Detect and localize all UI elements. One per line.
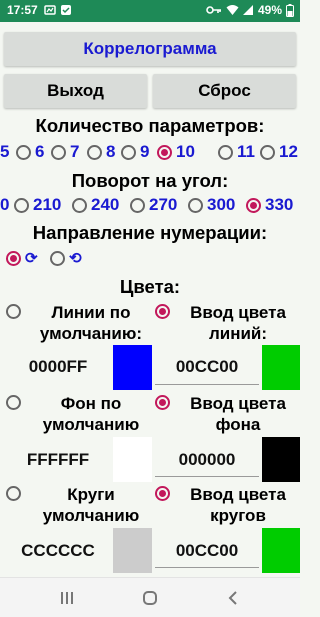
lines-default-label: Линии по умолчанию:	[39, 303, 143, 343]
signal-icon	[242, 5, 253, 15]
lines-input-radio[interactable]	[155, 304, 170, 319]
rotation-radio[interactable]	[246, 197, 261, 213]
lines-color-input[interactable]: 00CC00	[155, 357, 259, 377]
params-option-9[interactable]: 9	[121, 141, 149, 163]
background-default-label: Фон по умолчанию	[42, 394, 140, 434]
rotation-radio[interactable]	[72, 197, 87, 213]
exit-button[interactable]: Выход	[4, 74, 147, 108]
colors-heading: Цвета:	[119, 276, 181, 297]
circles-color-input[interactable]: 00CC00	[155, 541, 259, 561]
params-radio[interactable]	[218, 144, 233, 160]
rotation-option-label: 210	[33, 195, 62, 214]
wifi-icon	[226, 5, 239, 15]
background-color-input[interactable]: 000000	[155, 450, 259, 470]
circles-input-radio[interactable]	[155, 486, 170, 501]
rotation-option-300[interactable]: 300	[188, 194, 235, 216]
lines-default-hex: 0000FF	[28, 357, 88, 376]
params-option-label: 8	[106, 142, 116, 161]
circles-default-label: Круги умолчанию	[42, 485, 140, 525]
navigation-bar	[0, 577, 300, 617]
messenger-icon	[61, 5, 71, 15]
back-icon[interactable]	[222, 586, 246, 610]
direction-radio-group: ⟳ ⟲	[0, 247, 300, 269]
background-input-underline	[155, 476, 259, 477]
rotation-option-label: 270	[149, 195, 178, 214]
lines-default-swatch	[113, 345, 152, 390]
home-icon[interactable]	[138, 586, 162, 610]
params-radio[interactable]	[51, 144, 66, 160]
background-default-radio[interactable]	[6, 395, 21, 410]
status-bar: 17:57 49%	[0, 0, 300, 22]
battery-percent: 49%	[257, 3, 282, 17]
rotation-heading: Поворот на угол:	[71, 170, 229, 191]
params-option-12[interactable]: 12	[260, 141, 298, 163]
rotation-option-210[interactable]: 210	[14, 194, 61, 216]
rotation-option-label: 240	[91, 195, 120, 214]
background-default-swatch	[113, 437, 152, 482]
rotation-option-240[interactable]: 240	[72, 194, 119, 216]
params-option-label: 5	[0, 142, 10, 161]
circles-default-swatch	[113, 528, 152, 573]
params-option-label: 11	[237, 142, 255, 161]
rotation-option-0[interactable]: 0	[0, 194, 9, 216]
params-radio-group: 5 6 7 8 9 10 11 12	[0, 141, 300, 163]
params-option-8[interactable]: 8	[87, 141, 115, 163]
circles-input-label: Ввод цвета кругов	[190, 485, 286, 525]
rotation-radio-group: 0 210 240 270 300 330	[0, 194, 300, 216]
recent-apps-icon[interactable]	[55, 586, 79, 610]
background-default-hex: FFFFFF	[26, 450, 90, 469]
params-option-label: 7	[70, 142, 80, 161]
rotation-option-330[interactable]: 330	[246, 194, 293, 216]
rotation-option-label: 330	[265, 195, 294, 214]
direction-radio[interactable]	[6, 250, 21, 266]
lines-input-swatch	[262, 345, 300, 390]
battery-icon	[286, 3, 294, 17]
counterclockwise-arrow-icon: ⟲	[69, 250, 82, 267]
params-option-5[interactable]: 5	[0, 141, 9, 163]
direction-option-1[interactable]: ⟲	[50, 247, 82, 269]
correlogram-button[interactable]: Коррелограмма	[4, 32, 296, 66]
params-radio[interactable]	[121, 144, 136, 160]
params-option-label: 6	[35, 142, 45, 161]
direction-option-0[interactable]: ⟳	[6, 247, 38, 269]
status-time: 17:57	[7, 3, 38, 17]
direction-radio[interactable]	[50, 250, 65, 266]
rotation-option-label: 0	[0, 195, 10, 214]
params-radio[interactable]	[157, 144, 172, 160]
background-input-swatch	[262, 437, 300, 482]
rotation-radio[interactable]	[130, 197, 145, 213]
circles-default-hex: CCCCCC	[21, 541, 95, 560]
params-radio[interactable]	[260, 144, 275, 160]
lines-default-radio[interactable]	[6, 304, 21, 319]
params-radio[interactable]	[16, 144, 31, 160]
params-option-label: 9	[140, 142, 150, 161]
params-radio[interactable]	[87, 144, 102, 160]
params-option-11[interactable]: 11	[218, 141, 255, 163]
circles-input-swatch	[262, 528, 300, 573]
rotation-option-270[interactable]: 270	[130, 194, 177, 216]
params-option-10[interactable]: 10	[157, 141, 195, 163]
direction-heading: Направление нумерации:	[32, 222, 268, 243]
background-input-radio[interactable]	[155, 395, 170, 410]
reset-button[interactable]: Сброс	[153, 74, 296, 108]
params-heading: Количество параметров:	[35, 115, 265, 136]
rotation-radio[interactable]	[14, 197, 29, 213]
lines-input-label: Ввод цвета линий:	[190, 303, 286, 343]
params-option-7[interactable]: 7	[51, 141, 79, 163]
params-option-6[interactable]: 6	[16, 141, 44, 163]
rotation-option-label: 300	[207, 195, 236, 214]
params-option-label: 10	[176, 142, 195, 161]
key-icon	[206, 6, 221, 14]
params-option-label: 12	[279, 142, 298, 161]
circles-default-radio[interactable]	[6, 486, 21, 501]
rotation-radio[interactable]	[188, 197, 203, 213]
lines-input-underline	[155, 384, 259, 385]
background-input-label: Ввод цвета фона	[190, 394, 286, 434]
circles-input-underline	[155, 567, 259, 568]
notification-icon	[44, 5, 56, 15]
clockwise-arrow-icon: ⟳	[25, 250, 38, 267]
